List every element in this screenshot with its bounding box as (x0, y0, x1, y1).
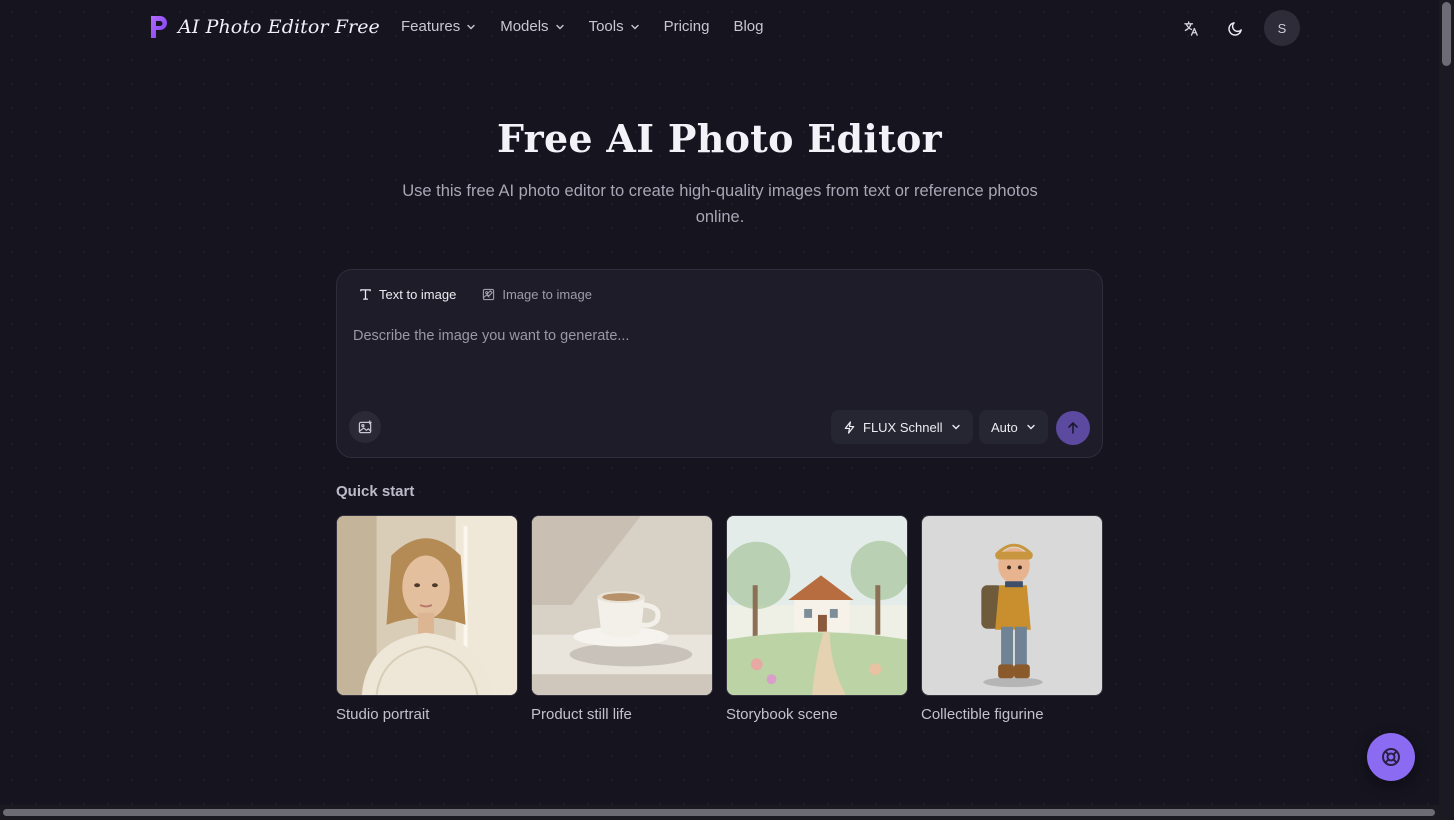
chevron-down-icon (1027, 424, 1035, 430)
bolt-icon (844, 420, 855, 434)
chevron-down-icon (630, 24, 639, 29)
header-actions: S (1174, 10, 1300, 46)
vertical-scrollbar-thumb[interactable] (1442, 2, 1451, 66)
cottage-watercolor-image (727, 516, 907, 695)
aspect-ratio-value: Auto (991, 419, 1018, 435)
upload-reference-button[interactable] (349, 411, 381, 443)
tab-text-to-image[interactable]: Text to image (349, 280, 466, 308)
quick-start-card-label: Collectible figurine (921, 706, 1044, 723)
chevron-down-icon (467, 24, 475, 29)
nav-models[interactable]: Models (500, 18, 564, 35)
quick-start-card-figurine[interactable]: Collectible figurine (921, 515, 1103, 723)
quick-start-card-label: Studio portrait (336, 706, 430, 723)
nav-tools-label: Tools (588, 18, 624, 35)
quick-start-thumbnail (921, 515, 1103, 696)
prompt-input[interactable] (353, 328, 1088, 398)
image-upload-icon (358, 419, 372, 433)
text-icon (360, 288, 371, 300)
page: AI Photo Editor Free Features Models Too… (0, 0, 1439, 805)
nav-tools[interactable]: Tools (589, 18, 640, 35)
nav-features[interactable]: Features (401, 18, 476, 35)
user-avatar[interactable]: S (1264, 10, 1300, 46)
tab-text-to-image-label: Text to image (379, 286, 457, 302)
tab-image-to-image[interactable]: Image to image (472, 280, 602, 308)
prompt-composer: Text to image Image to image Describe th… (336, 269, 1103, 458)
arrow-up-icon (1068, 422, 1078, 434)
lifebuoy-icon (1382, 748, 1400, 766)
tab-image-to-image-label: Image to image (502, 286, 592, 302)
mode-tabs: Text to image Image to image (349, 280, 602, 308)
nav-features-label: Features (401, 18, 461, 35)
image-edit-icon (483, 288, 495, 300)
quick-start-card-product[interactable]: Product still life (531, 515, 713, 723)
quick-start-thumbnail (531, 515, 713, 696)
chevron-down-icon (555, 24, 564, 29)
quick-start-card-portrait[interactable]: Studio portrait (336, 515, 518, 723)
aspect-ratio-select[interactable]: Auto (979, 410, 1048, 444)
vertical-scrollbar[interactable] (1439, 0, 1454, 805)
scrollbar-corner (1439, 805, 1454, 820)
model-select-value: FLUX Schnell (863, 419, 943, 435)
moon-icon (1227, 21, 1242, 36)
quick-start-card-label: Storybook scene (726, 706, 838, 723)
page-title: Free AI Photo Editor (497, 116, 942, 161)
model-select[interactable]: FLUX Schnell (831, 410, 974, 444)
portrait-image (337, 516, 517, 695)
generate-button[interactable] (1056, 411, 1090, 445)
brand-logo-link[interactable]: AI Photo Editor Free (148, 14, 380, 40)
nav-models-label: Models (500, 18, 549, 35)
language-button[interactable] (1174, 11, 1208, 45)
nav-pricing[interactable]: Pricing (664, 18, 710, 35)
quick-start-thumbnail (726, 515, 908, 696)
site-header: AI Photo Editor Free Features Models Too… (0, 0, 1439, 56)
theme-toggle-button[interactable] (1218, 11, 1252, 45)
chevron-down-icon (952, 424, 961, 430)
quick-start-thumbnail (336, 515, 518, 696)
help-button[interactable] (1367, 733, 1415, 781)
figurine-image (922, 516, 1102, 695)
coffee-cup-image (532, 516, 712, 695)
nav-pricing-label: Pricing (663, 18, 710, 35)
quick-start-heading: Quick start (336, 483, 415, 500)
p-logo-icon (151, 16, 167, 38)
brand-name: AI Photo Editor Free (178, 16, 380, 38)
translate-icon (1183, 20, 1198, 36)
quick-start-card-label: Product still life (531, 706, 632, 723)
quick-start-grid: Studio portrait Product still life Story… (336, 515, 1103, 723)
horizontal-scrollbar-thumb[interactable] (3, 809, 1435, 816)
nav-blog-label: Blog (733, 18, 764, 35)
nav-blog[interactable]: Blog (733, 18, 763, 35)
main-nav: Features Models Tools Pricing Blog (401, 18, 763, 35)
quick-start-card-storybook[interactable]: Storybook scene (726, 515, 908, 723)
page-subtitle: Use this free AI photo editor to create … (402, 182, 1038, 226)
horizontal-scrollbar[interactable] (0, 805, 1439, 820)
